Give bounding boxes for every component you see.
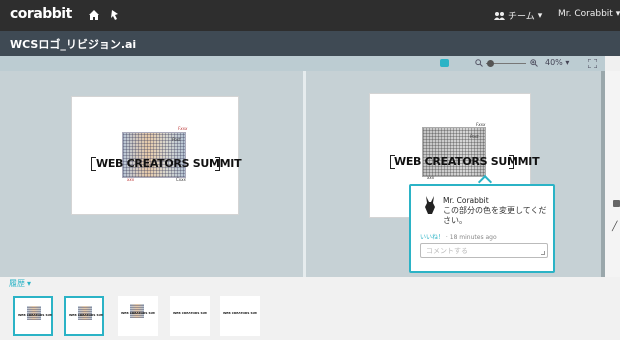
thumbnail-label: WEB CREATORS SUMMIT (18, 313, 52, 317)
more-options-icon[interactable]: ⋮ (616, 35, 620, 49)
home-icon[interactable] (87, 8, 101, 22)
chat-icon[interactable] (440, 59, 449, 67)
logo-tag: Fxxx (178, 126, 188, 131)
logo-tag: xxx (127, 177, 135, 182)
top-navbar: corabbit チーム ▾ Mr. Corabbit ▾ (0, 0, 620, 31)
comment-input-placeholder: コメントする (426, 247, 468, 255)
pane-scrollbar[interactable] (601, 71, 605, 277)
zoom-in-icon[interactable] (530, 59, 538, 67)
comment-meta: いいね！ · 18 minutes ago (420, 232, 497, 241)
history-thumbnail[interactable]: WEB CREATORS SUMMIT (220, 296, 260, 336)
comment-input[interactable]: コメントする (420, 243, 548, 258)
previous-version-pane: Fxxx Post WEB CREATORS SUMMIT xxx Cxxx (0, 71, 303, 277)
team-icon (494, 11, 505, 20)
logo-wordmark: WEB CREATORS SUMMIT (394, 155, 540, 168)
chevron-down-icon: ▾ (562, 58, 570, 67)
thumbnail-label: WEB CREATORS SUMMIT (69, 313, 103, 317)
chevron-down-icon: ▾ (27, 279, 32, 288)
chevron-down-icon: ▾ (615, 9, 620, 19)
logo-bracket-right (215, 157, 220, 171)
history-panel: 履歴 ▾ WEB CREATORS SUMMIT WEB CREATORS SUM… (0, 277, 620, 340)
comment-author[interactable]: Mr. Corabbit (443, 196, 489, 205)
zoom-slider-handle[interactable] (487, 60, 494, 67)
thumbnail-label: WEB CREATORS SUMMIT (173, 311, 207, 315)
logo-tag: Cxxx (176, 177, 186, 182)
logo-bracket-right (509, 155, 514, 169)
brand-logo[interactable]: corabbit (10, 6, 72, 22)
user-label: Mr. Corabbit (558, 9, 613, 19)
comment-text: この部分の色を変更してください。 (443, 206, 547, 225)
history-thumbnail[interactable]: WEB CREATORS SUMMIT (64, 296, 104, 336)
history-thumbnail[interactable]: WEB CREATORS SUMMIT (13, 296, 53, 336)
comment-timestamp: 18 minutes ago (449, 234, 497, 241)
file-title-bar: WCSロゴ_リビジョン.ai ⋮ (0, 31, 620, 56)
viewer-toolbar: 40% ▾ (0, 56, 605, 71)
history-toggle[interactable]: 履歴 ▾ (9, 278, 31, 289)
zoom-level-select[interactable]: 40% ▾ (545, 58, 569, 67)
chevron-down-icon: ▾ (537, 10, 543, 21)
user-menu[interactable]: Mr. Corabbit ▾ (558, 9, 620, 19)
zoom-out-icon[interactable] (475, 59, 483, 67)
pen-icon[interactable]: ╱ (612, 222, 620, 232)
chat-icon[interactable] (613, 200, 620, 207)
like-button[interactable]: いいね！ (420, 234, 444, 241)
zoom-level-value: 40% (545, 58, 563, 67)
logo-tag: Fxxx (476, 122, 486, 127)
history-thumbnail[interactable]: WEB CREATORS SUMMIT (170, 296, 210, 336)
logo-tag: xxx (427, 175, 435, 180)
comment-popup: Mr. Corabbit この部分の色を変更してください。 いいね！ · 18 … (409, 184, 555, 273)
thumbnail-label: WEB CREATORS SUMMIT (121, 311, 155, 315)
artboard-previous: Fxxx Post WEB CREATORS SUMMIT xxx Cxxx (71, 96, 242, 215)
avatar (425, 196, 435, 214)
fullscreen-icon[interactable] (588, 59, 597, 68)
file-title: WCSロゴ_リビジョン.ai (10, 38, 137, 51)
logo-tag: Post (470, 134, 479, 139)
logo-tag: Post (172, 137, 181, 142)
team-menu[interactable]: チーム ▾ (494, 9, 542, 22)
palette-icon[interactable] (108, 8, 122, 22)
thumbnail-label: WEB CREATORS SUMMIT (223, 311, 257, 315)
history-thumbnail[interactable]: WEB CREATORS SUMMIT (118, 296, 158, 336)
resize-handle-icon[interactable] (541, 251, 545, 255)
history-label: 履歴 (9, 279, 25, 288)
team-label: チーム (508, 12, 535, 22)
